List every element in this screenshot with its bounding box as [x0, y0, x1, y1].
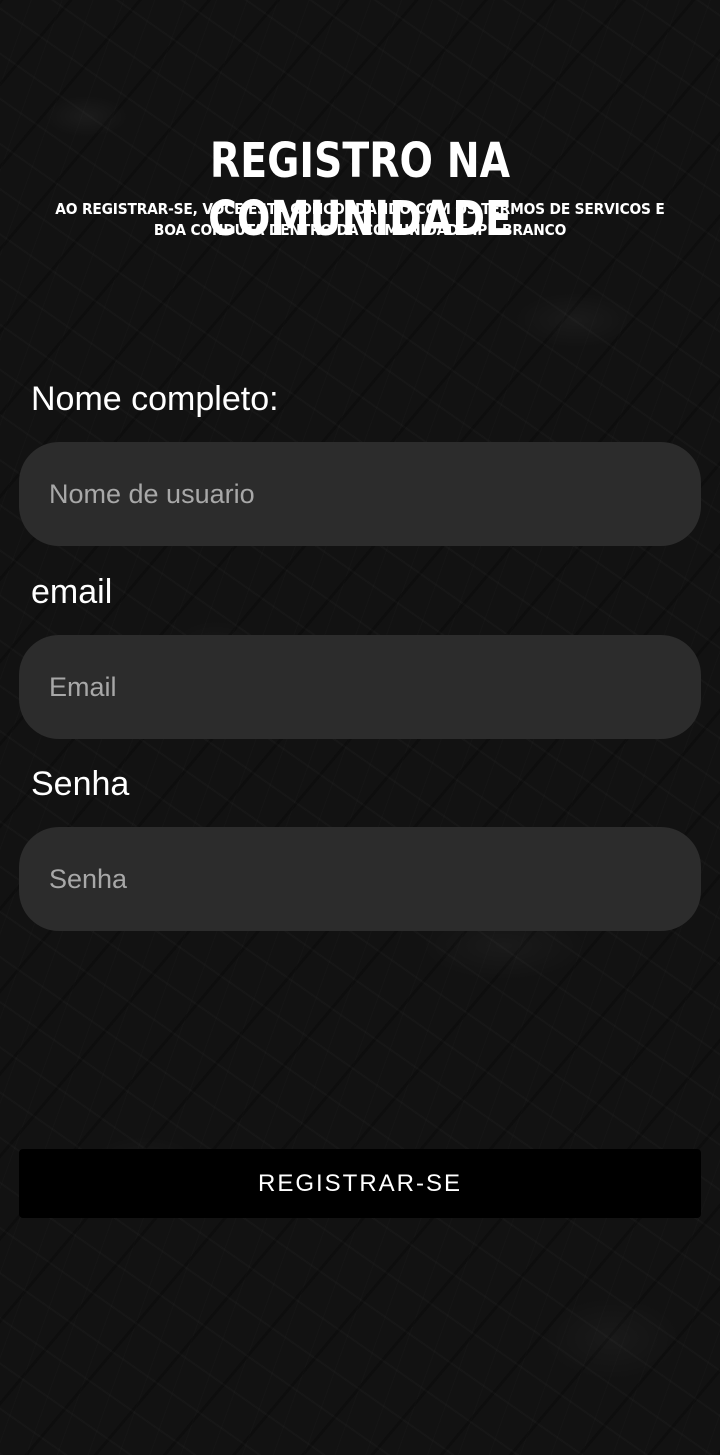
- full-name-label: Nome completo:: [31, 380, 279, 418]
- email-input[interactable]: [19, 635, 701, 739]
- email-label: email: [31, 573, 113, 611]
- register-button[interactable]: REGISTRAR-SE: [19, 1149, 701, 1218]
- password-input[interactable]: [19, 827, 701, 931]
- username-input[interactable]: [19, 442, 701, 546]
- terms-notice: AO REGISTRAR-SE, VOCE ESTA CONCORDANDO C…: [55, 200, 665, 239]
- password-label: Senha: [31, 765, 130, 803]
